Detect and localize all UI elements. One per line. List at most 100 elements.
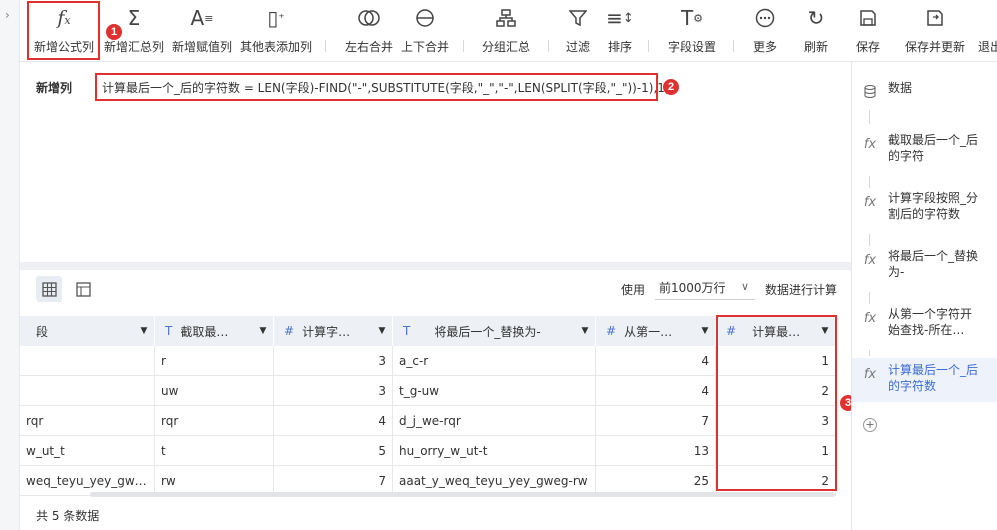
table-cell[interactable]: 5 <box>274 436 393 466</box>
step-item-data[interactable]: 数据 <box>852 80 997 100</box>
fx-icon: fx <box>863 367 877 382</box>
column-header[interactable]: 段 ▼ <box>20 316 155 346</box>
left-collapse-strip[interactable]: › <box>0 0 20 530</box>
column-header[interactable]: T 截取最… ▼ <box>155 316 274 346</box>
toolbar: fx 新增公式列 Σ 新增汇总列 A ≡ 新增赋值列 ▯ ⁺ 其他表添加列 左右合并… <box>20 0 997 62</box>
add-step-icon[interactable]: + <box>863 418 877 432</box>
step-badge-2: 2 <box>663 79 679 95</box>
table-cell[interactable]: 7 <box>596 406 716 436</box>
table-cell[interactable]: t_g-uw <box>393 376 596 406</box>
grid-view-button[interactable] <box>36 276 62 302</box>
layout-view-button[interactable] <box>70 276 96 302</box>
sort-arrow-icon[interactable]: ▼ <box>253 326 273 336</box>
row-count-footer: 共 5 条数据 <box>36 509 100 523</box>
more-button[interactable]: 更多 <box>746 0 784 62</box>
table-cell[interactable]: 3 <box>274 376 393 406</box>
row-limit-select[interactable]: 前1000万行 ∨ <box>655 276 755 300</box>
table-cell[interactable] <box>20 346 155 376</box>
sort-arrow-icon[interactable]: ▼ <box>372 326 392 336</box>
assign-icon: A ≡ <box>190 6 214 30</box>
more-icon <box>755 0 775 36</box>
database-icon <box>852 80 888 102</box>
filter-icon <box>569 0 587 36</box>
toolbar-divider <box>463 40 464 52</box>
merge-left-right-button[interactable]: 左右合并 <box>342 0 396 62</box>
step-connector <box>869 110 870 124</box>
use-label: 使用 <box>621 283 646 297</box>
sort-icon: ≡ ↕ <box>606 6 634 30</box>
fx-icon: fx <box>863 253 877 268</box>
add-column-from-other-table-button[interactable]: ▯ ⁺ 其他表添加列 <box>238 0 314 62</box>
column-header[interactable]: # 计算字… ▼ <box>274 316 393 346</box>
add-column-icon: ▯ ⁺ <box>267 6 285 30</box>
number-type-icon: # <box>606 324 617 338</box>
table-cell[interactable]: a_c-r <box>393 346 596 376</box>
table-cell[interactable]: 4 <box>274 406 393 436</box>
fx-icon: fx <box>863 137 877 152</box>
table-cell[interactable]: r <box>155 346 274 376</box>
merge-lr-icon <box>358 0 380 36</box>
save-and-update-button[interactable]: 保存并更新 <box>902 0 968 62</box>
step-item[interactable]: fx 将最后一个_替换为- <box>852 248 997 288</box>
save-update-icon <box>926 0 944 36</box>
highlight-box-result-column <box>716 315 837 491</box>
table-cell[interactable]: rqr <box>20 406 155 436</box>
table-cell[interactable]: hu_orry_w_ut-t <box>393 436 596 466</box>
sort-button[interactable]: ≡ ↕ 排序 <box>602 0 638 62</box>
text-type-icon: T <box>403 324 411 338</box>
section-divider <box>20 262 851 270</box>
layout-icon <box>75 281 91 297</box>
group-summary-button[interactable]: 分组汇总 <box>478 0 534 62</box>
step-item-active[interactable]: fx 计算最后一个_后的字符数 <box>852 358 997 402</box>
table-cell[interactable]: uw <box>155 376 274 406</box>
table-cell[interactable] <box>20 376 155 406</box>
sort-arrow-icon[interactable]: ▼ <box>134 326 154 336</box>
table-cell[interactable]: rqr <box>155 406 274 436</box>
sigma-icon: Σ <box>127 6 141 30</box>
sort-arrow-icon[interactable]: ▼ <box>575 326 595 336</box>
group-icon <box>496 0 516 36</box>
table-cell[interactable]: 4 <box>596 346 716 376</box>
filter-button[interactable]: 过滤 <box>560 0 596 62</box>
exit-button[interactable]: 退出 <box>978 0 997 62</box>
step-connector <box>869 234 870 246</box>
add-assign-column-button[interactable]: A ≡ 新增赋值列 <box>170 0 234 62</box>
highlight-box-formula <box>95 73 658 101</box>
sort-arrow-icon[interactable]: ▼ <box>695 326 715 336</box>
merge-up-down-button[interactable]: 上下合并 <box>398 0 452 62</box>
new-column-label: 新增列 <box>36 81 73 95</box>
refresh-icon: ↻ <box>807 6 825 30</box>
step-item[interactable]: fx 计算字段按照_分割后的字符数 <box>852 190 997 230</box>
toolbar-divider <box>325 40 326 52</box>
fx-icon: fx <box>863 311 877 326</box>
toolbar-divider <box>648 40 649 52</box>
table-cell[interactable]: 4 <box>596 376 716 406</box>
step-connector <box>869 292 870 304</box>
chevron-right-icon[interactable]: › <box>5 8 10 22</box>
step-item[interactable]: fx 截取最后一个_后的字符 <box>852 132 997 172</box>
save-icon <box>859 0 877 36</box>
field-settings-icon: T ⚙ <box>680 6 704 30</box>
step-panel: 数据 fx 截取最后一个_后的字符 fx 计算字段按照_分割后的字符数 fx 将… <box>851 62 997 530</box>
table-cell[interactable]: 3 <box>274 346 393 376</box>
table-cell[interactable]: w_ut_t <box>20 436 155 466</box>
chevron-down-icon: ∨ <box>740 280 749 293</box>
field-settings-button[interactable]: T ⚙ 字段设置 <box>660 0 724 62</box>
step-item[interactable]: fx 从第一个字符开始查找-所在… <box>852 306 997 346</box>
toolbar-divider <box>548 40 549 52</box>
number-type-icon: # <box>284 324 295 338</box>
refresh-button[interactable]: ↻ 刷新 <box>798 0 834 62</box>
step-connector <box>869 176 870 188</box>
merge-ud-icon <box>415 0 435 36</box>
calc-suffix-label: 数据进行计算 <box>765 283 838 297</box>
save-button[interactable]: 保存 <box>850 0 886 62</box>
table-cell[interactable]: 13 <box>596 436 716 466</box>
horizontal-scrollbar[interactable] <box>90 492 835 497</box>
text-type-icon: T <box>165 324 173 338</box>
table-cell[interactable]: d_j_we-rqr <box>393 406 596 436</box>
step-badge-1: 1 <box>106 24 122 40</box>
table-cell[interactable]: t <box>155 436 274 466</box>
column-header[interactable]: T 将最后一个_替换为- ▼ <box>393 316 596 346</box>
column-header[interactable]: # 从第一… ▼ <box>596 316 716 346</box>
highlight-box-formula-button <box>27 1 100 60</box>
